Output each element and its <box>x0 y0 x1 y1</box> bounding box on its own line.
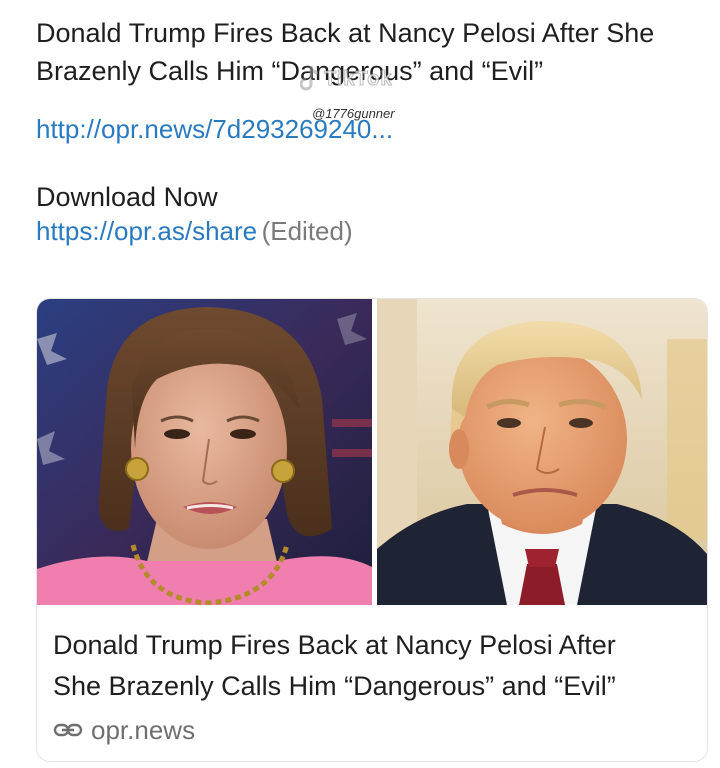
download-label: Download Now <box>36 182 218 212</box>
trump-portrait <box>377 299 707 605</box>
preview-image[interactable] <box>37 299 707 605</box>
pelosi-portrait <box>37 299 372 605</box>
post-headline-line1: Donald Trump Fires Back at Nancy Pelosi … <box>36 18 655 48</box>
preview-card-title[interactable]: Donald Trump Fires Back at Nancy Pelosi … <box>53 625 698 707</box>
preview-card-domain[interactable]: opr.news <box>53 713 195 747</box>
post-headline-line2: Brazenly Calls Him “Dangerous” and “Evil… <box>36 56 544 86</box>
preview-card-domain-text: opr.news <box>91 714 196 745</box>
share-line: https://opr.as/share (Edited) <box>36 214 702 248</box>
link-preview-card[interactable]: Donald Trump Fires Back at Nancy Pelosi … <box>36 298 708 762</box>
link-icon <box>53 723 83 737</box>
preview-card-title-line1: Donald Trump Fires Back at Nancy Pelosi … <box>53 630 616 660</box>
article-link[interactable]: http://opr.news/7d293269240... <box>36 112 393 146</box>
share-link[interactable]: https://opr.as/share <box>36 214 257 248</box>
preview-card-title-line2: She Brazenly Calls Him “Dangerous” and “… <box>53 671 616 701</box>
message-body: Donald Trump Fires Back at Nancy Pelosi … <box>36 14 702 248</box>
edited-note: (Edited) <box>261 216 353 246</box>
post-headline: Donald Trump Fires Back at Nancy Pelosi … <box>36 14 702 90</box>
